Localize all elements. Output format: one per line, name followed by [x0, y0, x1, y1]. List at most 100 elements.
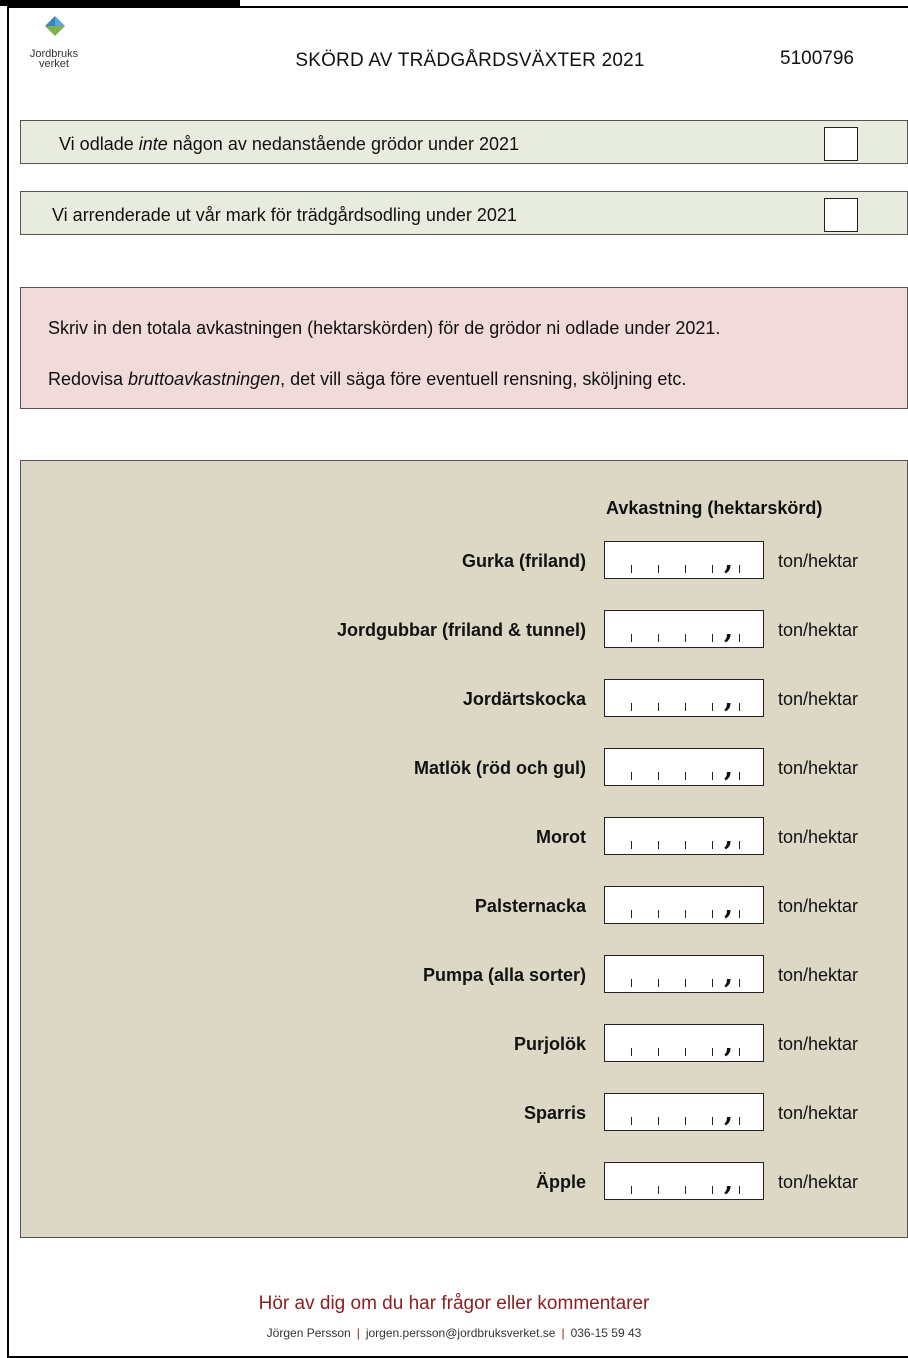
yield-input[interactable]: ,	[604, 748, 764, 786]
digit-tick	[685, 1048, 686, 1056]
digit-tick	[685, 1186, 686, 1194]
digit-tick	[658, 703, 659, 711]
yield-input[interactable]: ,	[604, 955, 764, 993]
footer-contact: Jörgen Persson | jorgen.persson@jordbruksv…	[0, 1326, 908, 1340]
decimal-comma: ,	[724, 546, 734, 576]
digit-tick	[712, 1117, 713, 1125]
yield-unit: ton/hektar	[778, 1103, 859, 1123]
digit-tick	[739, 1048, 740, 1056]
crop-name: Jordgubbar (friland & tunnel)	[337, 620, 586, 640]
decimal-comma: ,	[724, 960, 734, 990]
digit-tick	[685, 910, 686, 918]
digit-tick	[631, 1048, 632, 1056]
digit-tick	[631, 841, 632, 849]
crop-yield-section: Avkastning (hektarskörd) Gurka (friland)…	[20, 460, 908, 1238]
yield-input[interactable]: ,	[604, 1093, 764, 1131]
logo-diamond-icon	[45, 16, 65, 36]
decimal-comma: ,	[724, 891, 734, 921]
digit-tick	[739, 841, 740, 849]
crop-name: Sparris	[523, 1103, 586, 1123]
leased-out-checkbox[interactable]	[824, 198, 858, 232]
text-part: , det vill säga före eventuell rensning,…	[280, 369, 687, 389]
digit-tick	[631, 1117, 632, 1125]
footer-title: Hör av dig om du har frågor eller kommen…	[258, 1293, 650, 1314]
digit-tick	[658, 565, 659, 573]
instruction-line-2: Redovisa bruttoavkastningen, det vill sä…	[48, 369, 686, 390]
decimal-comma: ,	[724, 1167, 734, 1197]
decimal-comma: ,	[724, 1098, 734, 1128]
form-title: SKÖRD AV TRÄDGÅRDSVÄXTER 2021	[295, 50, 645, 71]
digit-tick	[739, 979, 740, 987]
digit-tick	[631, 772, 632, 780]
digit-tick	[739, 565, 740, 573]
yield-unit: ton/hektar	[778, 896, 859, 916]
check-row-leased-out-label: Vi arrenderade ut vår mark för trädgårds…	[52, 205, 517, 225]
crop-row: Sparris, ton/hektar	[21, 1093, 908, 1133]
crop-name: Purjolök	[513, 1034, 586, 1054]
crop-name: Äpple	[535, 1172, 586, 1192]
crop-name: Pumpa (alla sorter)	[422, 965, 586, 985]
digit-tick	[685, 1117, 686, 1125]
instruction-line-1: Skriv in den totala avkastningen (hektar…	[48, 318, 721, 338]
digit-tick	[685, 979, 686, 987]
text-emphasis: bruttoavkastningen	[128, 369, 281, 389]
digit-tick	[739, 910, 740, 918]
label-part: Vi odlade	[59, 134, 139, 154]
digit-tick	[658, 1186, 659, 1194]
yield-input[interactable]: ,	[604, 541, 764, 579]
crop-row: Pumpa (alla sorter), ton/hektar	[21, 955, 908, 995]
digit-tick	[712, 703, 713, 711]
digit-tick	[739, 1117, 740, 1125]
digit-tick	[739, 772, 740, 780]
text-part: Redovisa	[48, 369, 129, 389]
yield-unit: ton/hektar	[778, 827, 859, 847]
digit-tick	[658, 772, 659, 780]
digit-tick	[658, 841, 659, 849]
digit-tick	[658, 1048, 659, 1056]
digit-tick	[631, 703, 632, 711]
digit-tick	[631, 979, 632, 987]
crop-name: Matlök (röd och gul)	[414, 758, 586, 778]
digit-tick	[685, 634, 686, 642]
crop-name: Gurka (friland)	[461, 551, 586, 571]
logo-text-line2: verket	[39, 58, 69, 70]
crop-row: Jordärtskocka, ton/hektar	[21, 679, 908, 719]
not-cultivated-checkbox[interactable]	[824, 127, 858, 161]
yield-unit: ton/hektar	[778, 1172, 859, 1192]
check-row-leased-out: Vi arrenderade ut vår mark för trädgårds…	[20, 191, 908, 235]
digit-tick	[631, 910, 632, 918]
digit-tick	[712, 634, 713, 642]
yield-input[interactable]: ,	[604, 610, 764, 648]
digit-tick	[712, 1048, 713, 1056]
jordbruksverket-logo: Jordbruks verket	[14, 15, 94, 75]
yield-input[interactable]: ,	[604, 1162, 764, 1200]
yield-unit: ton/hektar	[778, 551, 859, 571]
digit-tick	[685, 565, 686, 573]
yield-input[interactable]: ,	[604, 1024, 764, 1062]
yield-unit: ton/hektar	[778, 1034, 859, 1054]
digit-tick	[739, 703, 740, 711]
contact-email[interactable]: jorgen.persson@jordbruksverket.se	[366, 1326, 556, 1340]
decimal-comma: ,	[724, 753, 734, 783]
yield-unit: ton/hektar	[778, 965, 859, 985]
digit-tick	[712, 1186, 713, 1194]
yield-unit: ton/hektar	[778, 689, 859, 709]
contact-phone: 036-15 59 43	[570, 1326, 642, 1340]
digit-tick	[658, 1117, 659, 1125]
yield-input[interactable]: ,	[604, 679, 764, 717]
yield-input[interactable]: ,	[604, 817, 764, 855]
crop-row: Äpple, ton/hektar	[21, 1162, 908, 1202]
crop-row: Morot, ton/hektar	[21, 817, 908, 857]
instructions-box: Skriv in den totala avkastningen (hektar…	[20, 287, 908, 409]
digit-tick	[712, 979, 713, 987]
crop-row: Matlök (röd och gul), ton/hektar	[21, 748, 908, 788]
digit-tick	[712, 841, 713, 849]
digit-tick	[658, 979, 659, 987]
crop-row: Palsternacka, ton/hektar	[21, 886, 908, 926]
yield-input[interactable]: ,	[604, 886, 764, 924]
separator: |	[561, 1326, 565, 1340]
digit-tick	[739, 1186, 740, 1194]
form-id: 5100796	[780, 48, 854, 69]
digit-tick	[658, 910, 659, 918]
decimal-comma: ,	[724, 684, 734, 714]
